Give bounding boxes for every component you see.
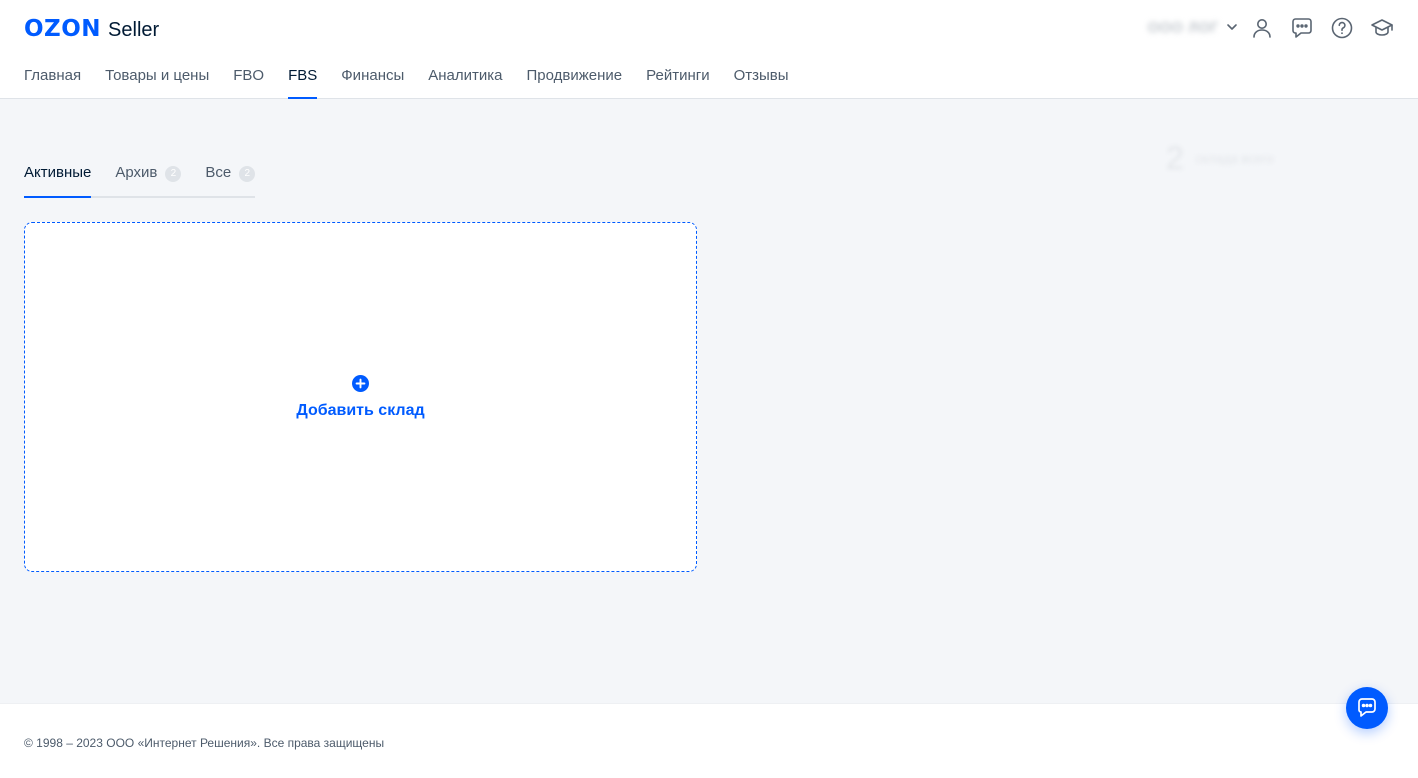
add-warehouse-label: Добавить склад xyxy=(296,401,425,419)
nav-item-fbo[interactable]: FBO xyxy=(233,67,264,99)
page-footer: © 1998 – 2023 ООО «Интернет Решения». Вс… xyxy=(0,703,1418,778)
chat-icon xyxy=(1358,698,1376,717)
warehouse-count-stat: 2 склада всего xyxy=(1166,140,1274,177)
ozon-seller-logo[interactable]: OZON Seller xyxy=(24,16,159,42)
main-navigation: Главная Товары и цены FBO FBS Финансы Ан… xyxy=(24,67,813,99)
academy-graduation-cap-icon[interactable] xyxy=(1370,16,1394,40)
plus-circle-icon xyxy=(352,374,369,392)
tab-active[interactable]: Активные xyxy=(24,164,92,198)
account-switcher[interactable]: ООО ЛОГ xyxy=(1148,19,1239,35)
chevron-down-icon xyxy=(1227,24,1238,30)
tab-label: Все xyxy=(205,164,232,181)
nav-item-main[interactable]: Главная xyxy=(24,67,81,99)
messages-icon[interactable] xyxy=(1290,16,1314,40)
nav-item-ratings[interactable]: Рейтинги xyxy=(646,67,709,99)
logo-brand: OZON xyxy=(24,16,102,42)
tab-label: Архив xyxy=(115,164,158,181)
warehouse-tabs: Активные Архив 2 Все 2 xyxy=(24,164,256,198)
nav-item-analytics[interactable]: Аналитика xyxy=(428,67,502,99)
count-badge: 2 xyxy=(239,166,256,182)
count-badge: 2 xyxy=(165,166,182,182)
nav-item-promotion[interactable]: Продвижение xyxy=(527,67,623,99)
copyright-text: © 1998 – 2023 ООО «Интернет Решения». Вс… xyxy=(24,736,385,750)
tab-label: Активные xyxy=(24,164,92,181)
logo-product: Seller xyxy=(108,19,160,41)
stat-number: 2 xyxy=(1166,140,1184,176)
nav-item-products-prices[interactable]: Товары и цены xyxy=(105,67,209,99)
nav-item-fbs[interactable]: FBS xyxy=(288,67,318,99)
tab-archive[interactable]: Архив 2 xyxy=(115,164,182,196)
top-header: OZON Seller ООО ЛОГ Главная Товары и цен… xyxy=(0,0,1418,99)
nav-item-reviews[interactable]: Отзывы xyxy=(734,67,789,99)
user-icon[interactable] xyxy=(1250,16,1274,40)
stat-label: склада всего xyxy=(1195,151,1274,166)
add-warehouse-card[interactable]: Добавить склад xyxy=(24,222,697,572)
account-name: ООО ЛОГ xyxy=(1148,19,1220,35)
support-chat-button[interactable] xyxy=(1346,687,1388,729)
tab-all[interactable]: Все 2 xyxy=(205,164,256,196)
help-icon[interactable] xyxy=(1330,16,1354,40)
nav-item-finance[interactable]: Финансы xyxy=(341,67,404,99)
